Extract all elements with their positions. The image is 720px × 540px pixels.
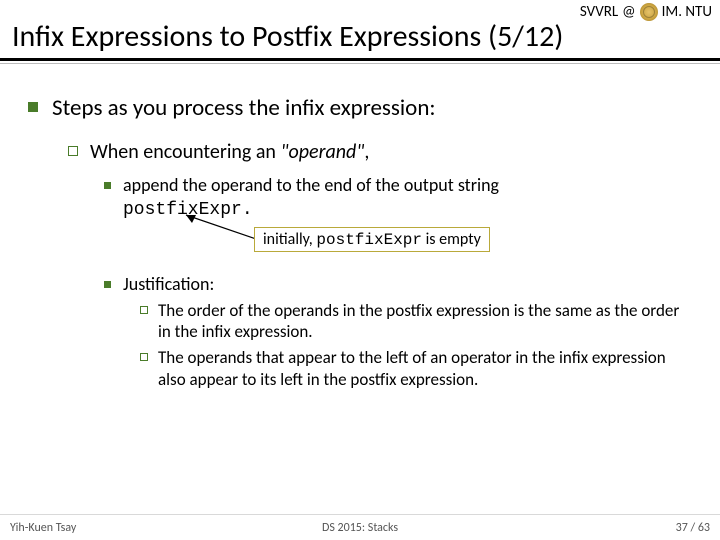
bullet-level2: When encountering an "operand", [68, 140, 692, 164]
open-square-bullet-icon [68, 146, 78, 156]
bullet-level3-b: Justification: [104, 273, 692, 296]
l1-text: Steps as you process the infix expressio… [52, 94, 436, 122]
footer-page-number: 37 / 63 [676, 521, 710, 535]
l3b-text: Justification: [123, 273, 214, 296]
callout-code: postfixExpr [316, 231, 422, 249]
callout-prefix: initially, [263, 230, 316, 249]
ntu-logo-icon [640, 3, 658, 21]
title-divider-shadow [0, 63, 720, 64]
title-divider [0, 58, 720, 61]
open-square-bullet-icon [140, 353, 148, 361]
square-bullet-icon [28, 102, 38, 112]
l2-prefix: When encountering an [90, 140, 280, 164]
slide-content: Steps as you process the infix expressio… [0, 68, 720, 391]
l4a-text: The order of the operands in the postfix… [158, 300, 692, 344]
callout-suffix: is empty [422, 230, 481, 249]
callout-box: initially, postfixExpr is empty [254, 227, 490, 252]
l2-text: When encountering an "operand", [90, 140, 369, 164]
org-right: IM. NTU [662, 3, 712, 21]
bullet-level4-b: The operands that appear to the left of … [140, 347, 692, 391]
footer-course: DS 2015: Stacks [0, 521, 720, 535]
open-square-bullet-icon [140, 306, 148, 314]
bullet-level4-a: The order of the operands in the postfix… [140, 300, 692, 344]
footer-author: Yih-Kuen Tsay [10, 521, 76, 535]
arrow-icon [178, 207, 258, 247]
square-bullet-icon [104, 281, 111, 288]
org-affiliation: SVVRL @ IM. NTU [580, 3, 712, 21]
slide-title: Infix Expressions to Postfix Expressions… [12, 18, 563, 55]
l2-quoted: "operand" [280, 140, 364, 164]
l2-suffix: , [364, 140, 369, 164]
callout-wrap: initially, postfixExpr is empty [104, 225, 692, 259]
square-bullet-icon [104, 182, 111, 189]
l4b-text: The operands that appear to the left of … [158, 347, 692, 391]
org-left: SVVRL [580, 3, 618, 21]
slide-footer: Yih-Kuen Tsay DS 2015: Stacks 37 / 63 [0, 514, 720, 540]
l3a-prefix: append the operand to the end of the out… [123, 174, 499, 196]
bullet-level1: Steps as you process the infix expressio… [28, 94, 692, 122]
at-symbol: @ [622, 3, 635, 21]
